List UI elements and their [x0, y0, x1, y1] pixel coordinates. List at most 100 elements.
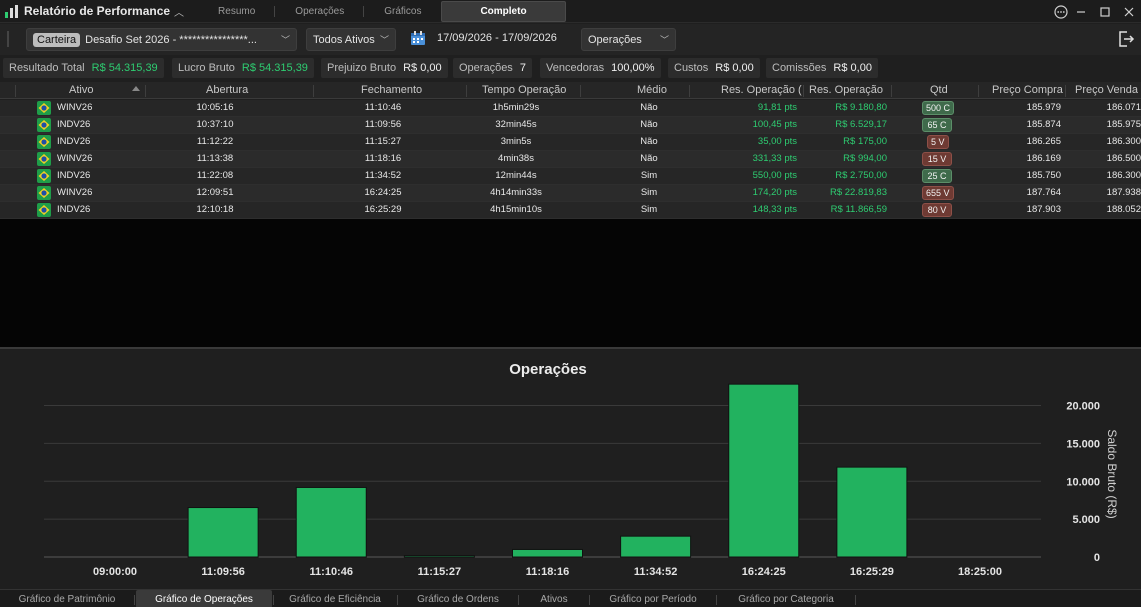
summary-label: Comissões — [772, 62, 827, 74]
tab-label: Gráfico por Período — [609, 593, 697, 605]
cell-tempo: 4h15min10s — [490, 204, 542, 215]
table-empty-area — [0, 219, 1141, 347]
tab-grafico-patrimonio[interactable]: Gráfico de Patrimônio — [0, 590, 134, 607]
column-header-abertura[interactable]: Abertura — [206, 84, 248, 96]
summary-prejuizo-bruto: Prejuizo Bruto R$ 0,00 — [321, 58, 448, 78]
tab-grafico-periodo[interactable]: Gráfico por Período — [590, 590, 716, 607]
cell-ativo: INDV26 — [57, 170, 91, 181]
cell-tempo: 3min5s — [500, 136, 532, 147]
column-header-qtd[interactable]: Qtd — [930, 84, 948, 96]
cell-ativo: WINV26 — [57, 102, 93, 113]
chevron-up-icon[interactable]: ︿ — [174, 4, 184, 19]
column-header-tempo[interactable]: Tempo Operação — [482, 84, 566, 96]
close-icon[interactable] — [1117, 0, 1141, 23]
cell-abertura: 10:37:10 — [196, 119, 234, 130]
tab-ativos[interactable]: Ativos — [519, 590, 589, 607]
chart-bar[interactable] — [403, 555, 475, 558]
cell-tempo: 4h14min33s — [490, 187, 542, 198]
tab-grafico-eficiencia[interactable]: Gráfico de Eficiência — [274, 590, 396, 607]
title-bar: Relatório de Performance ︿ Resumo Operaç… — [0, 0, 1141, 23]
tab-grafico-operacoes[interactable]: Gráfico de Operações — [136, 590, 272, 607]
column-header-medio[interactable]: Médio — [637, 84, 667, 96]
column-header-res-rs[interactable]: Res. Operação — [809, 84, 883, 96]
cell-tempo: 12min44s — [495, 170, 537, 181]
brazil-flag-icon — [37, 203, 51, 217]
cell-abertura: 10:05:16 — [196, 102, 234, 113]
quantity-badge: 500 C — [922, 101, 955, 115]
table-row[interactable]: WINV26 10:05:16 11:10:46 1h5min29s Não 91,81 … — [0, 100, 1141, 117]
table-row[interactable]: WINV26 11:13:38 11:18:16 4min38s Não 331,33 p… — [0, 151, 1141, 168]
table-row[interactable]: INDV26 10:37:10 11:09:56 32min45s Não 100,45 … — [0, 117, 1141, 134]
minimize-icon[interactable] — [1069, 0, 1093, 23]
column-separator — [580, 85, 581, 97]
view-dropdown[interactable]: Operações ﹀ — [581, 28, 676, 51]
tab-operacoes[interactable]: Operações — [275, 1, 365, 21]
cell-tempo: 4min38s — [498, 153, 534, 164]
y-tick-label: 0 — [1094, 552, 1100, 564]
cell-preco-venda: 185.975 — [1106, 119, 1141, 130]
cell-preco-compra: 185.874 — [1026, 119, 1061, 130]
column-header-preco-compra[interactable]: Preço Compra — [992, 84, 1063, 96]
summary-label: Operações — [459, 62, 513, 74]
tab-graficos[interactable]: Gráficos — [364, 1, 441, 21]
cell-abertura: 11:12:22 — [196, 136, 234, 147]
date-range[interactable]: 17/09/2026 - 17/09/2026 — [437, 32, 557, 44]
cell-preco-compra: 186.169 — [1026, 153, 1061, 164]
calendar-icon[interactable] — [410, 30, 426, 46]
chart-bar[interactable] — [512, 548, 583, 558]
chart-bar[interactable] — [728, 383, 800, 558]
tab-label: Resumo — [218, 5, 256, 17]
cell-tempo: 32min45s — [495, 119, 537, 130]
tab-grafico-categoria[interactable]: Gráfico por Categoria — [717, 590, 855, 607]
summary-value: R$ 54.315,39 — [91, 62, 158, 74]
cell-medio: Não — [640, 102, 658, 113]
assets-dropdown[interactable]: Todos Ativos ﹀ — [306, 28, 396, 51]
chart-bar[interactable] — [295, 486, 367, 558]
tab-separator — [855, 595, 856, 605]
tab-resumo[interactable]: Resumo — [198, 1, 276, 21]
cell-medio: Não — [640, 153, 658, 164]
quantity-badge: 25 C — [922, 169, 952, 183]
x-tick-label: 11:09:56 — [201, 566, 244, 578]
table-row[interactable]: INDV26 12:10:18 16:25:29 4h15min10s Sim 148,3… — [0, 202, 1141, 219]
portfolio-value: Desafio Set 2026 - ****************... — [85, 33, 257, 46]
summary-value: R$ 0,00 — [833, 62, 872, 74]
cell-fechamento: 11:18:16 — [364, 153, 402, 164]
x-tick-label: 18:25:00 — [958, 566, 1002, 578]
column-separator — [891, 85, 892, 97]
exit-icon[interactable] — [1117, 30, 1135, 48]
x-tick-label: 11:15:27 — [418, 566, 461, 578]
chart-bar[interactable] — [836, 466, 908, 558]
column-header-preco-venda[interactable]: Preço Venda — [1075, 84, 1138, 96]
column-separator — [313, 85, 314, 97]
chart-bar[interactable] — [620, 535, 692, 558]
tab-completo[interactable]: Completo — [441, 0, 566, 22]
toolbar-grip[interactable] — [7, 31, 9, 47]
cell-res-rs: R$ 994,00 — [843, 153, 887, 164]
summary-value: 7 — [519, 62, 526, 74]
table-row[interactable]: INDV26 11:22:08 11:34:52 12min44s Sim 550,00 … — [0, 168, 1141, 185]
tab-grafico-ordens[interactable]: Gráfico de Ordens — [398, 590, 518, 607]
cell-abertura: 11:22:08 — [196, 170, 234, 181]
summary-resultado-total: Resultado Total R$ 54.315,39 — [3, 58, 164, 78]
y-tick-label: 15.000 — [1066, 438, 1100, 450]
cell-res-rs: R$ 6.529,17 — [835, 119, 887, 130]
portfolio-dropdown[interactable]: Carteira Desafio Set 2026 - ************… — [26, 28, 297, 51]
tab-label: Gráfico de Eficiência — [289, 593, 381, 605]
cell-res-pts: 100,45 pts — [752, 119, 797, 130]
cell-preco-compra: 187.764 — [1026, 187, 1061, 198]
column-header-ativo[interactable]: Ativo — [69, 84, 93, 96]
chart-bar[interactable] — [187, 507, 259, 558]
bar-chart-icon — [5, 5, 18, 18]
table-row[interactable]: INDV26 11:12:22 11:15:27 3min5s Não 35,00 pts… — [0, 134, 1141, 151]
table-row[interactable]: WINV26 12:09:51 16:24:25 4h14min33s Sim 174,2… — [0, 185, 1141, 202]
maximize-icon[interactable] — [1093, 0, 1117, 23]
cell-ativo: INDV26 — [57, 204, 91, 215]
summary-label: Prejuizo Bruto — [327, 62, 397, 74]
column-header-fechamento[interactable]: Fechamento — [361, 84, 422, 96]
summary-lucro-bruto: Lucro Bruto R$ 54.315,39 — [172, 58, 314, 78]
x-tick-label: 11:10:46 — [310, 566, 353, 578]
column-header-res-pts[interactable]: Res. Operação ( — [721, 84, 802, 96]
y-tick-label: 10.000 — [1066, 476, 1100, 488]
table-header: Ativo Abertura Fechamento Tempo Operação… — [0, 82, 1141, 99]
